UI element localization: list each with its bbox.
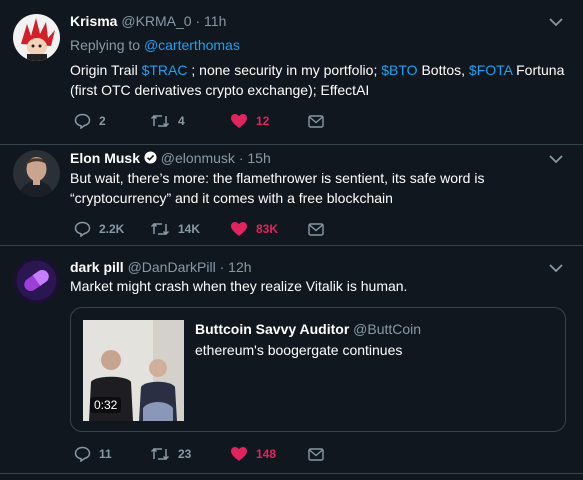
retweet-icon (150, 114, 170, 128)
direct-message-button[interactable] (308, 219, 324, 239)
retweet-count: 23 (178, 447, 192, 461)
retweet-icon (150, 222, 170, 236)
avatar[interactable] (13, 257, 60, 304)
reply-button[interactable]: 11 (74, 444, 112, 464)
separator: · (238, 150, 244, 166)
cashtag-link[interactable]: $BTO (381, 62, 417, 78)
chevron-down-icon[interactable] (549, 154, 563, 164)
author-name[interactable]: dark pill (70, 259, 124, 275)
timestamp[interactable]: 12h (228, 259, 251, 275)
retweet-button[interactable]: 23 (150, 444, 191, 464)
retweet-count: 14K (178, 222, 201, 236)
like-count: 12 (256, 114, 270, 128)
like-count: 83K (256, 222, 279, 236)
replying-to-link[interactable]: @carterthomas (144, 37, 240, 53)
heart-icon (231, 447, 247, 461)
author-name[interactable]: Krisma (70, 13, 117, 29)
tweet[interactable]: Elon Musk @elonmusk · 15h But wait, ther… (0, 145, 583, 246)
reply-button[interactable]: 2.2K (74, 219, 124, 239)
replying-to-label: Replying to (70, 37, 141, 53)
quoted-author-name[interactable]: Buttcoin Savvy Auditor (195, 321, 349, 337)
verified-badge-icon (144, 151, 157, 164)
like-count: 148 (256, 447, 277, 461)
direct-message-button[interactable] (308, 111, 324, 131)
timeline-feed: Krisma @KRMA_0 · 11h Replying to @carter… (0, 0, 583, 480)
reply-icon (74, 113, 91, 129)
like-button[interactable]: 12 (230, 111, 269, 131)
author-handle[interactable]: @KRMA_0 (121, 13, 191, 29)
reply-icon (74, 221, 91, 237)
quoted-tweet-text: ethereum's boogergate continues (195, 342, 403, 358)
chevron-down-icon[interactable] (549, 17, 563, 27)
retweet-button[interactable]: 4 (150, 111, 185, 131)
video-duration: 0:32 (90, 397, 122, 413)
author-handle[interactable]: @DanDarkPill (128, 259, 216, 275)
tweet-text: Market might crash when they realize Vit… (70, 278, 408, 294)
author-name[interactable]: Elon Musk (70, 150, 140, 166)
retweet-button[interactable]: 14K (150, 219, 200, 239)
separator: · (195, 13, 201, 29)
like-button[interactable]: 148 (230, 444, 276, 464)
tweet-actions: 2 4 12 (70, 111, 370, 131)
reply-count: 2.2K (99, 222, 125, 236)
avatar[interactable] (13, 150, 60, 197)
video-thumbnail[interactable]: 0:32 (83, 320, 184, 421)
cashtag-link[interactable]: $FOTA (469, 62, 512, 78)
heart-icon (231, 114, 247, 128)
chevron-down-icon[interactable] (549, 263, 563, 273)
tweet-text: But wait, there’s more: the flamethrower… (70, 170, 485, 206)
tweet-text: Origin Trail $TRAC ; none security in my… (70, 60, 565, 100)
reply-icon (74, 446, 91, 462)
cashtag-link[interactable]: $TRAC (142, 62, 188, 78)
envelope-icon (308, 222, 324, 236)
avatar[interactable] (13, 14, 60, 61)
tweet[interactable]: Krisma @KRMA_0 · 11h Replying to @carter… (0, 0, 583, 145)
envelope-icon (308, 447, 324, 461)
envelope-icon (308, 114, 324, 128)
reply-button[interactable]: 2 (74, 111, 106, 131)
reply-count: 11 (99, 447, 112, 461)
direct-message-button[interactable] (308, 444, 324, 464)
tweet-actions: 11 23 148 (70, 444, 370, 464)
timestamp[interactable]: 11h (204, 13, 226, 29)
separator: · (219, 259, 225, 275)
tweet-text-segment: Origin Trail (70, 62, 142, 78)
retweet-icon (150, 447, 170, 461)
tweet-text-segment: ; none security in my portfolio; (187, 62, 382, 78)
tweet-actions: 2.2K 14K 83K (70, 219, 370, 239)
author-handle[interactable]: @elonmusk (161, 150, 235, 166)
tweet[interactable]: dark pill @DanDarkPill · 12h Market migh… (0, 246, 583, 474)
quoted-author-handle[interactable]: @ButtCoin (353, 321, 421, 337)
quoted-tweet[interactable]: 0:32 Buttcoin Savvy Auditor @ButtCoin et… (70, 307, 566, 432)
heart-icon (231, 222, 247, 236)
tweet-text-segment: Bottos, (417, 62, 469, 78)
reply-count: 2 (99, 114, 106, 128)
timestamp[interactable]: 15h (247, 150, 270, 166)
retweet-count: 4 (178, 114, 185, 128)
like-button[interactable]: 83K (230, 219, 278, 239)
